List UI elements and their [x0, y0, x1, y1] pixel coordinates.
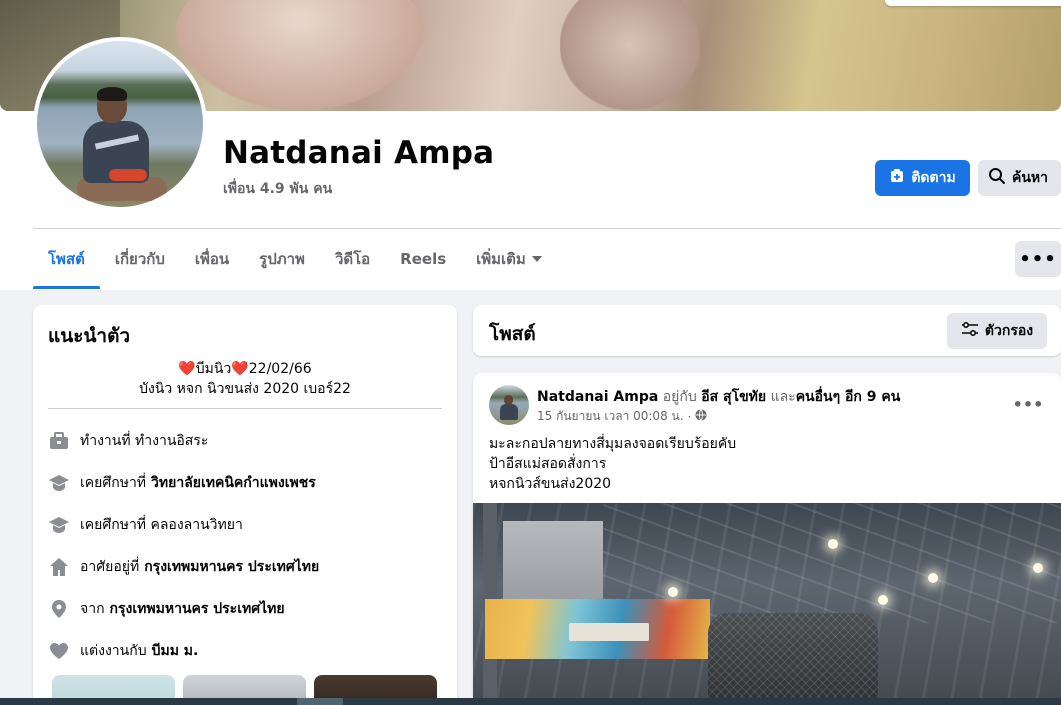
ellipsis-icon: ••• [1012, 394, 1044, 414]
tab-about[interactable]: เกี่ยวกับ [100, 229, 180, 289]
tab-more[interactable]: เพิ่มเติม [461, 229, 557, 289]
post-author-avatar[interactable] [489, 385, 529, 425]
briefcase-icon [48, 430, 70, 452]
graduation-cap-icon [48, 472, 70, 494]
post-timestamp[interactable]: 15 กันยายน เวลา 00:08 น. [537, 407, 684, 426]
filter-button[interactable]: ตัวกรอง [947, 313, 1047, 349]
posts-header: โพสต์ ตัวกรอง [473, 305, 1061, 356]
ellipsis-icon: ••• [1019, 248, 1057, 270]
post-header-line: Natdanai Ampa อยู่กับ อีส สุโขทัย และคนอ… [537, 389, 901, 405]
follow-button[interactable]: ติดตาม [875, 160, 970, 196]
search-icon [988, 167, 1006, 189]
info-lives-in: อาศัยอยู่ที่ กรุงเทพมหานคร ประเทศไทย [48, 555, 319, 579]
info-relationship: แต่งงานกับ บีมม ม. [48, 639, 198, 663]
tagged-person[interactable]: อีส สุโขทัย [701, 389, 766, 405]
graduation-cap-icon [48, 514, 70, 536]
search-button[interactable]: ค้นหา [978, 160, 1061, 196]
post-author-name[interactable]: Natdanai Ampa [537, 389, 658, 405]
info-from: จาก กรุงเทพมหานคร ประเทศไทย [48, 597, 285, 621]
chevron-down-icon [531, 256, 542, 262]
home-icon [48, 556, 70, 578]
profile-header: Natdanai Ampa เพื่อน 4.9 พัน คน ติดตาม ค… [0, 0, 1061, 290]
post-card: Natdanai Ampa อยู่กับ อีส สุโขทัย และคนอ… [473, 373, 1061, 705]
filter-label: ตัวกรอง [984, 323, 1034, 339]
bio-line-1: ❤️บีมนิว❤️22/02/66 [178, 361, 312, 377]
filter-icon [961, 321, 979, 341]
intro-title: แนะนำตัว [48, 325, 131, 347]
post-meta: 15 กันยายน เวลา 00:08 น. · [537, 407, 707, 426]
follow-icon [889, 168, 905, 188]
tab-photos[interactable]: รูปภาพ [244, 229, 320, 289]
tab-videos[interactable]: วิดีโอ [320, 229, 385, 289]
post-text: มะละกอปลายทางสี่มุมลงจอดเรียบร้อยคับ ป้า… [489, 436, 737, 492]
post-photo[interactable] [473, 503, 1061, 705]
heart-emoji-icon: ❤️ [231, 361, 249, 377]
tab-reels[interactable]: Reels [385, 229, 461, 289]
info-work: ทำงานที่ ทำงานอิสระ [48, 429, 208, 453]
profile-avatar[interactable] [37, 41, 203, 207]
intro-card: แนะนำตัว ❤️บีมนิว❤️22/02/66 บังนิว หจก น… [33, 305, 457, 705]
posts-title: โพสต์ [489, 323, 536, 345]
search-label: ค้นหา [1012, 170, 1049, 186]
info-education-1: เคยศึกษาที่ วิทยาลัยเทคนิคกำแพงเพชร [48, 471, 316, 495]
tab-friends[interactable]: เพื่อน [180, 229, 244, 289]
heart-icon [48, 640, 70, 662]
post-options-button[interactable]: ••• [1012, 389, 1044, 419]
bio-line-2: บังนิว หจก นิวขนส่ง 2020 เบอร์22 [139, 381, 351, 397]
tab-posts[interactable]: โพสต์ [33, 229, 100, 289]
intro-divider [48, 408, 442, 409]
profile-name: Natdanai Ampa [223, 135, 495, 171]
cover-overlay-panel [885, 0, 1061, 6]
more-options-button[interactable]: ••• [1015, 241, 1061, 277]
follow-label: ติดตาม [911, 170, 956, 186]
info-education-2: เคยศึกษาที่ คลองลานวิทยา [48, 513, 243, 537]
friends-count[interactable]: เพื่อน 4.9 พัน คน [223, 178, 332, 200]
location-pin-icon [48, 598, 70, 620]
heart-emoji-icon: ❤️ [178, 361, 196, 377]
tagged-others[interactable]: คนอื่นๆ อีก 9 คน [796, 389, 901, 405]
profile-tabs: โพสต์ เกี่ยวกับ เพื่อน รูปภาพ วิดีโอ Ree… [33, 229, 557, 289]
globe-icon [695, 409, 707, 424]
taskbar-strip [0, 698, 1061, 705]
